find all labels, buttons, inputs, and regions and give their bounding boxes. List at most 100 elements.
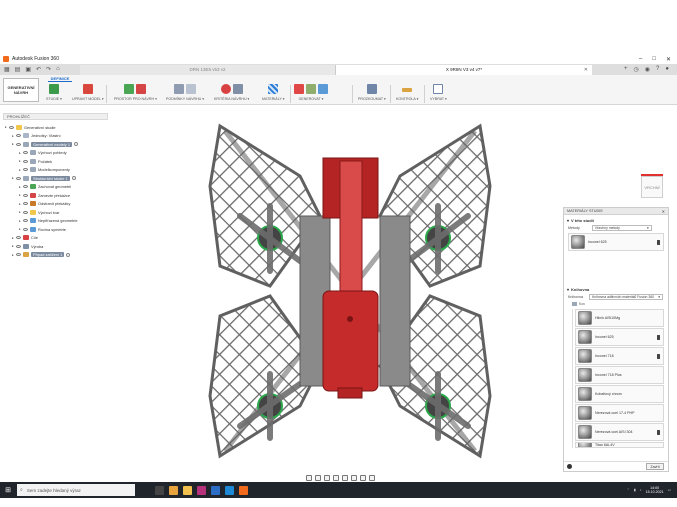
section-library[interactable]: ▾ Knihovna: [564, 286, 668, 293]
group-studie[interactable]: STUDIE ▾: [46, 84, 62, 104]
file-explorer-icon[interactable]: [183, 485, 192, 495]
close-icon[interactable]: ✕: [666, 56, 671, 63]
visibility-icon[interactable]: [23, 185, 28, 189]
library-folder-metal[interactable]: Kov: [564, 301, 668, 307]
library-material-item[interactable]: Nerezová ocel AISI 304: [575, 423, 664, 441]
redo-icon[interactable]: ↷: [46, 66, 51, 73]
browser-node[interactable]: ▸ Zamezte překážce: [3, 191, 111, 200]
app-icon-purple[interactable]: [197, 485, 206, 495]
group-generovat[interactable]: GENEROVAT ▾: [294, 84, 328, 104]
group-kontrola[interactable]: KONTROLA ▾: [396, 84, 418, 104]
browser-node[interactable]: ▸ Modelkomponenty: [3, 166, 111, 175]
fusion-taskbar-icon[interactable]: [239, 485, 248, 495]
library-material-item[interactable]: Nerezová ocel 17-4 PHP: [575, 404, 664, 422]
visibility-icon[interactable]: [16, 244, 21, 248]
network-icon[interactable]: ▮: [634, 488, 636, 492]
minimize-icon[interactable]: –: [639, 56, 642, 63]
group-prostor-pro-navrh[interactable]: PROSTOR PRO NÁVRH ▾: [114, 84, 157, 104]
group-prozkoumat[interactable]: PROZKOUMAT ▾: [358, 84, 386, 104]
library-source-select[interactable]: Knihovna aditivních materiálů Fusion 360: [589, 294, 663, 300]
pan-icon[interactable]: [323, 475, 330, 481]
group-vybrat[interactable]: VYBRAT ▾: [430, 84, 447, 104]
browser-node[interactable]: ▸ Strukturální studie 1: [3, 174, 111, 183]
clock-icon[interactable]: ◷: [634, 66, 639, 73]
visibility-icon[interactable]: [23, 159, 28, 163]
windows-start-icon[interactable]: ⊞: [0, 482, 16, 498]
method-filter-select[interactable]: Všechny metody: [591, 225, 652, 231]
browser-node[interactable]: ▸ Případ zatížení 1: [3, 251, 111, 260]
chrome-icon[interactable]: [169, 485, 178, 495]
canvas-viewport[interactable]: [180, 116, 520, 466]
visibility-icon[interactable]: [23, 151, 28, 155]
library-material-item[interactable]: Inconel 718 Plus: [575, 366, 664, 384]
grid-settings-icon[interactable]: [359, 475, 366, 481]
grid-menu-icon[interactable]: ▦: [4, 66, 10, 73]
group-podminky-navrhu[interactable]: PODMÍNKY NÁVRHU ▾: [166, 84, 204, 104]
avatar[interactable]: ●: [665, 66, 669, 73]
browser-node[interactable]: ▸ Počátek: [3, 157, 111, 166]
workspace-switcher-button[interactable]: GENERATIVNÍ NÁVRH: [3, 78, 39, 102]
study-material-item[interactable]: Inconel 625: [568, 233, 664, 251]
viewcube[interactable]: VRCHNÍ: [641, 176, 663, 198]
fit-icon[interactable]: [341, 475, 348, 481]
zoom-icon[interactable]: [332, 475, 339, 481]
tab-document-2[interactable]: X 9R8N V3 v4 v7* ✕: [336, 64, 592, 75]
tray-chevron-icon[interactable]: ⌃: [627, 488, 630, 492]
browser-node[interactable]: ▸ Zachovat geometrii: [3, 183, 111, 192]
library-material-item[interactable]: Titan 6Al-4V: [575, 442, 664, 448]
notification-icon[interactable]: ◉: [645, 66, 650, 73]
tab-close-icon[interactable]: ✕: [584, 67, 588, 73]
group-upravit-model[interactable]: UPRAVIT MODEL ▾: [72, 84, 104, 104]
browser-node[interactable]: ▸ Výroba: [3, 242, 111, 251]
group-kriteria-navrhu[interactable]: KRITÉRIA NÁVRHU ▾: [214, 84, 249, 104]
maximize-icon[interactable]: □: [652, 56, 656, 63]
outlook-icon[interactable]: [211, 485, 220, 495]
visibility-icon[interactable]: [23, 219, 28, 223]
visibility-icon[interactable]: [16, 236, 21, 240]
library-material-item[interactable]: Inconel 718: [575, 347, 664, 365]
group-materialy[interactable]: MATERIÁLY ▾: [262, 84, 285, 104]
browser-node[interactable]: ▸ Výchozí pohledy: [3, 149, 111, 158]
tab-document-1[interactable]: DRN 13E5 v53 v2: [80, 64, 336, 75]
visibility-icon[interactable]: [16, 142, 21, 146]
vscode-icon[interactable]: [225, 485, 234, 495]
browser-panel-header[interactable]: PROHLÍŽEČ: [3, 113, 108, 120]
browser-node[interactable]: ▸ Generativní modely 1: [3, 140, 111, 149]
visibility-icon[interactable]: [16, 176, 21, 180]
look-at-icon[interactable]: [314, 475, 321, 481]
taskbar-clock[interactable]: 14:00 15.10.2021: [646, 486, 664, 495]
visibility-icon[interactable]: [23, 210, 28, 214]
close-button[interactable]: Zavřít: [646, 463, 664, 470]
visibility-icon[interactable]: [23, 168, 28, 172]
save-icon[interactable]: ▣: [25, 66, 31, 73]
task-view-icon[interactable]: [155, 485, 164, 495]
help-icon[interactable]: ?: [656, 66, 659, 73]
home-icon[interactable]: ⌂: [56, 66, 60, 73]
visibility-icon[interactable]: [16, 134, 21, 138]
section-in-study[interactable]: ▾ V této studii: [564, 217, 668, 224]
undo-icon[interactable]: ↶: [36, 66, 41, 73]
visibility-icon[interactable]: [16, 253, 21, 257]
taskbar-search-input[interactable]: ⌕ Sem zadejte hledaný výraz: [17, 484, 135, 496]
activate-radio-icon[interactable]: [66, 252, 71, 257]
activate-radio-icon[interactable]: [71, 176, 76, 181]
library-material-item[interactable]: Kobaltový chrom: [575, 385, 664, 403]
visibility-icon[interactable]: [23, 193, 28, 197]
library-material-item[interactable]: Hliník AlSi10Mg: [575, 309, 664, 327]
browser-node[interactable]: ▸ Nepřiřazená geometrie: [3, 217, 111, 226]
panel-close-icon[interactable]: ✕: [662, 209, 665, 214]
tab-definice[interactable]: DEFINICE: [48, 76, 72, 82]
display-settings-icon[interactable]: [350, 475, 357, 481]
volume-icon[interactable]: ♪: [640, 488, 642, 492]
visibility-icon[interactable]: [23, 202, 28, 206]
file-icon[interactable]: ▤: [15, 66, 21, 73]
orbit-icon[interactable]: [305, 475, 312, 481]
info-icon[interactable]: [567, 464, 572, 469]
visibility-icon[interactable]: [9, 125, 14, 129]
browser-node[interactable]: ▸ Jednotky: Vlastní: [3, 132, 111, 141]
notification-center-icon[interactable]: ▭: [668, 488, 671, 492]
viewport-settings-icon[interactable]: [368, 475, 375, 481]
browser-node[interactable]: ▸ Cíle: [3, 234, 111, 243]
browser-node[interactable]: ▸ Výchozí tvar: [3, 208, 111, 217]
activate-radio-icon[interactable]: [73, 142, 78, 147]
